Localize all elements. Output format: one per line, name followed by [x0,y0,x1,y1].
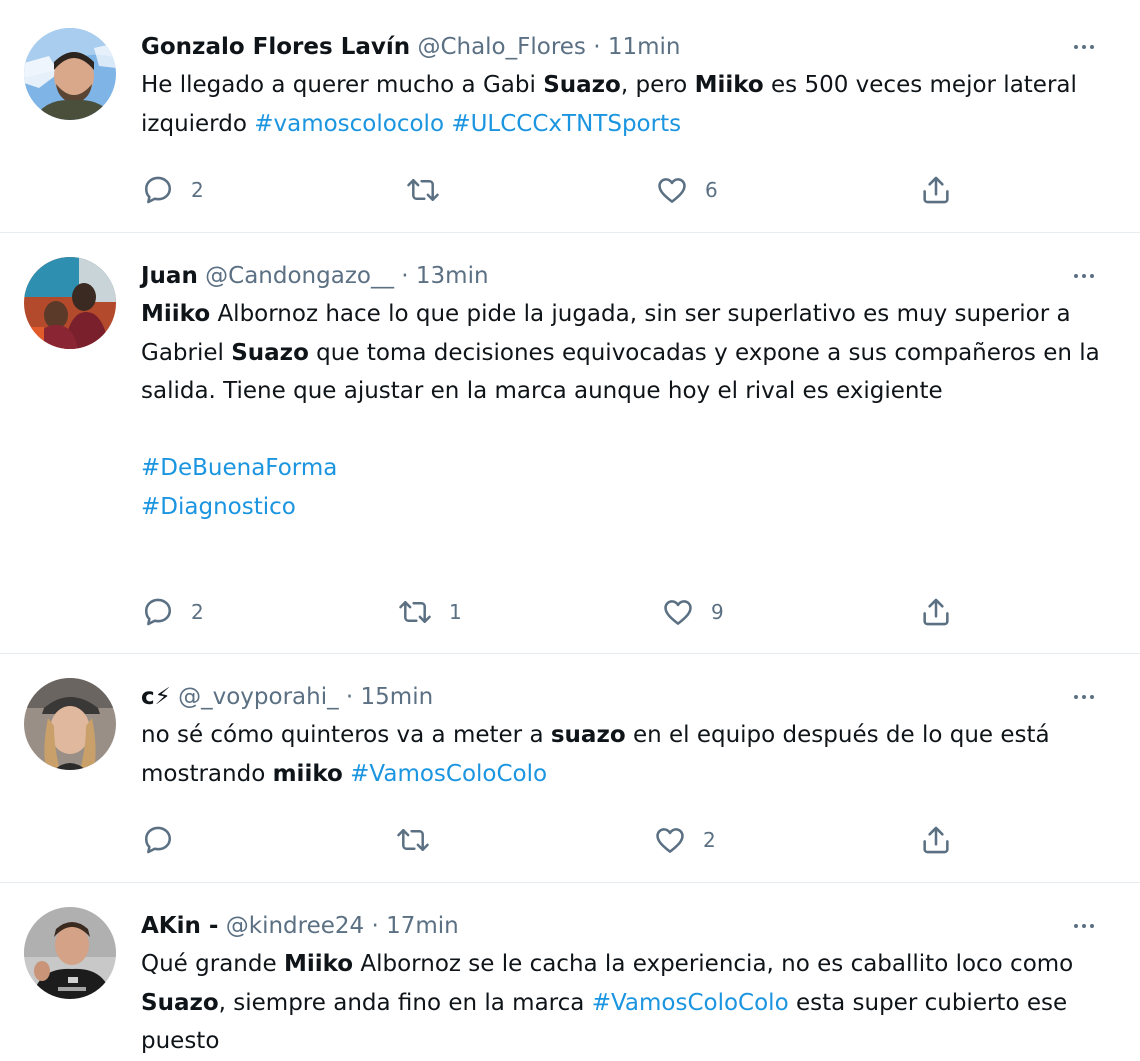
tweet-text: Miiko Albornoz hace lo que pide la jugad… [141,295,1100,526]
separator-dot: · [371,913,379,939]
retweet-button[interactable] [405,170,457,210]
tweet-timestamp[interactable]: 17min [386,913,459,939]
like-icon [658,178,686,203]
author-handle[interactable]: @Chalo_Flores [417,34,585,60]
tweet-actions: 2 1 9 [141,592,961,632]
highlighted-keyword: Miiko [141,301,211,327]
author-handle[interactable]: @kindree24 [226,913,364,939]
tweet-text: He llegado a querer mucho a Gabi Suazo, … [141,66,1100,143]
author-name[interactable]: c⚡ [141,684,171,710]
like-icon [664,600,692,625]
avatar[interactable] [24,28,116,120]
author-handle[interactable]: @_voyporahi_ [178,684,338,710]
highlighted-keyword: miiko [272,760,343,787]
reply-count: 2 [191,600,204,624]
tweet-header: AKin - @kindree24 · 17min [141,907,1100,945]
more-icon[interactable] [1062,907,1106,945]
tweet-actions: 2 [141,820,961,860]
separator-dot: · [345,684,354,710]
highlighted-keyword: Suazo [543,72,621,98]
highlighted-keyword: Suazo [141,989,219,1016]
hashtag-link[interactable]: #DeBuenaForma [141,455,337,481]
more-icon[interactable] [1062,28,1106,66]
hashtag-link[interactable]: #VamosColoColo [350,761,547,787]
hashtag-link[interactable]: #ULCCCxTNTSports [451,111,681,137]
hashtag-link[interactable]: #vamoscolocolo [254,111,444,137]
share-icon [923,826,949,854]
text-segment: He llegado a querer mucho a Gabi [141,72,544,98]
like-count: 9 [711,600,724,624]
highlighted-keyword: suazo [550,722,626,748]
author-name[interactable]: AKin - [141,913,218,939]
hashtag-link[interactable]: #VamosColoColo [592,990,789,1016]
reply-icon [144,826,172,854]
share-button[interactable] [919,820,953,860]
tweet-text: no sé cómo quinteros va a meter a suazo … [141,716,1100,793]
separator-dot: · [401,263,409,289]
tweet-timestamp[interactable]: 11min [608,34,681,60]
text-segment: , siempre anda fino en la marca [218,989,592,1016]
retweet-button[interactable]: 1 [397,592,462,632]
tweet[interactable]: Juan @Candongazo__ · 13min Miiko Alborno… [0,233,1140,654]
avatar[interactable] [24,257,116,349]
reply-button[interactable]: 2 [141,592,204,632]
like-icon [656,828,684,853]
tweet-header: Juan @Candongazo__ · 13min [141,257,1100,295]
like-count: 6 [705,178,718,202]
share-icon [923,598,949,626]
tweet-text: Qué grande Miiko Albornoz se le cacha la… [141,945,1100,1061]
highlighted-keyword: Miiko [694,72,764,98]
share-button[interactable] [919,170,953,210]
like-button[interactable]: 9 [661,592,724,632]
reply-button[interactable] [141,820,191,860]
share-button[interactable] [919,592,953,632]
text-segment: no sé cómo quinteros va a meter a [141,722,551,748]
reply-icon [144,598,172,626]
author-handle[interactable]: @Candongazo__ [205,263,394,289]
share-icon [923,176,949,204]
hashtag-link[interactable]: #Diagnostico [141,494,296,520]
more-icon[interactable] [1062,678,1106,716]
tweet[interactable]: c⚡ @_voyporahi_ · 15min no sé cómo quint… [0,654,1140,883]
tweet-header: Gonzalo Flores Lavín @Chalo_Flores · 11m… [141,28,1100,66]
more-icon[interactable] [1062,257,1106,295]
retweet-icon [397,829,429,851]
author-name[interactable]: Gonzalo Flores Lavín [141,34,410,60]
retweet-button[interactable] [395,820,447,860]
like-count: 2 [703,828,716,852]
retweet-count: 1 [449,600,462,624]
avatar[interactable] [24,907,116,999]
reply-icon [144,176,172,204]
tweet-timestamp[interactable]: 13min [416,263,489,289]
like-button[interactable]: 2 [653,820,716,860]
text-segment: Qué grande [141,951,284,977]
retweet-icon [399,601,431,623]
text-segment: Albornoz se le cacha la experiencia, no … [353,951,1074,977]
tweet-actions: 2 6 [141,170,961,210]
tweet-timestamp[interactable]: 15min [361,684,434,710]
reply-count: 2 [191,178,204,202]
tweet[interactable]: Gonzalo Flores Lavín @Chalo_Flores · 11m… [0,0,1140,233]
tweet-header: c⚡ @_voyporahi_ · 15min [141,678,1100,716]
reply-button[interactable]: 2 [141,170,204,210]
tweet[interactable]: AKin - @kindree24 · 17min Qué grande Mii… [0,883,1140,1061]
highlighted-keyword: Miiko [283,951,354,977]
retweet-icon [407,179,439,201]
avatar[interactable] [24,678,116,770]
like-button[interactable]: 6 [655,170,718,210]
separator-dot: · [593,34,601,60]
text-segment: , pero [620,72,695,98]
highlighted-keyword: Suazo [231,339,309,366]
author-name[interactable]: Juan [141,263,198,289]
